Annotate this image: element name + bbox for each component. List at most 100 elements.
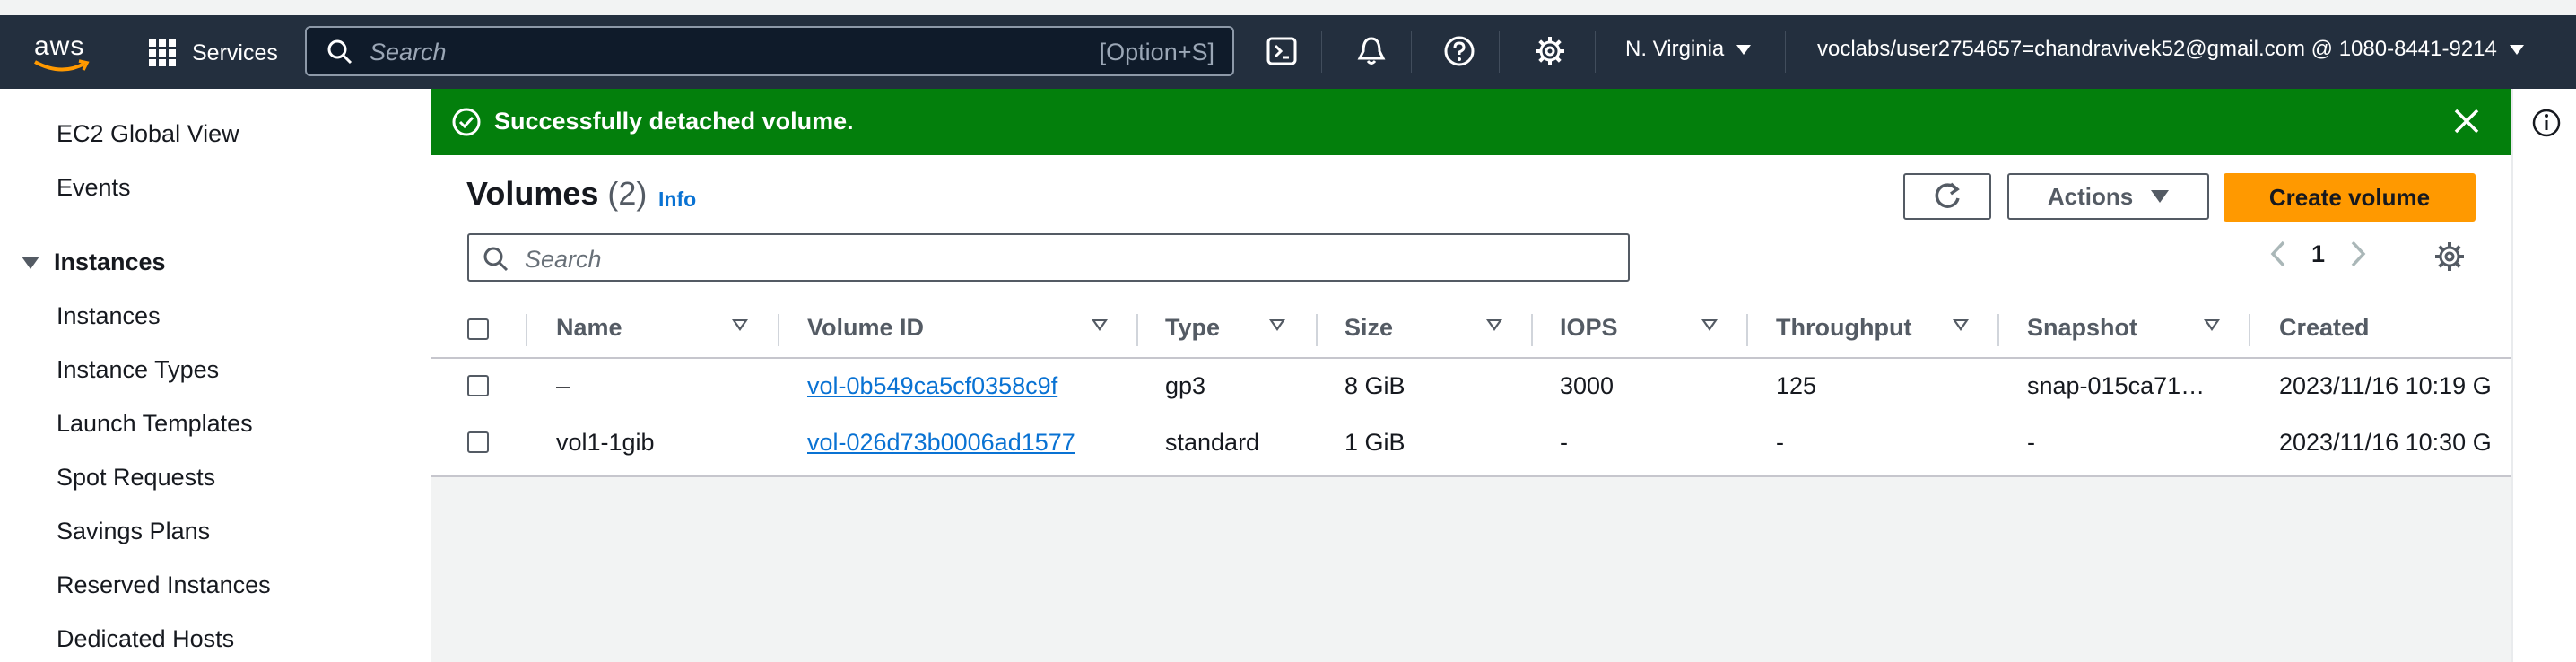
bell-icon[interactable] [1355,35,1388,67]
nav-divider [1499,31,1500,73]
help-icon[interactable] [1443,35,1475,67]
grid-icon [149,39,176,66]
row-checkbox[interactable] [467,431,489,453]
column-divider [2249,314,2250,346]
volume-count: (2) [607,175,648,212]
cell-size: 1 GiB [1345,429,1405,456]
pagination: 1 [2268,240,2368,268]
aws-logo-text: aws [34,31,85,61]
sort-icon[interactable] [1701,319,1718,331]
table-row[interactable]: vol1-1gib vol-026d73b0006ad1577 standard… [431,414,2511,470]
select-all-checkbox[interactable] [467,318,489,340]
sidebar-item-ec2-global-view[interactable]: EC2 Global View [57,120,239,148]
success-flash-banner: Successfully detached volume. [431,89,2511,155]
column-divider [1746,314,1748,346]
sidebar-item-spot-requests[interactable]: Spot Requests [57,464,215,492]
column-header-snapshot[interactable]: Snapshot [2027,314,2137,342]
column-header-iops[interactable]: IOPS [1560,314,1618,342]
caret-down-icon [22,256,39,269]
sidebar-item-instances[interactable]: Instances [57,302,161,330]
cell-created: 2023/11/16 10:19 G [2279,372,2492,399]
table-row[interactable]: – vol-0b549ca5cf0358c9f gp3 8 GiB 3000 1… [431,358,2511,414]
services-label: Services [192,39,278,65]
refresh-button[interactable] [1903,173,1991,220]
cloudshell-icon[interactable] [1266,35,1298,67]
sort-icon[interactable] [1486,319,1502,331]
column-divider [526,314,527,346]
column-header-name[interactable]: Name [556,314,622,342]
column-header-created[interactable]: Created [2279,314,2370,342]
column-divider [1997,314,1999,346]
services-menu-button[interactable]: Services [149,35,278,71]
chevron-left-icon[interactable] [2268,240,2288,268]
sidebar-item-events[interactable]: Events [57,174,131,202]
column-header-volume-id[interactable]: Volume ID [807,314,924,342]
info-link[interactable]: Info [658,187,696,212]
column-divider [778,314,779,346]
column-header-throughput[interactable]: Throughput [1776,314,1911,342]
account-label: voclabs/user2754657=chandravivek52@gmail… [1817,37,2497,61]
sort-icon[interactable] [732,319,748,331]
sidebar-item-savings-plans[interactable]: Savings Plans [57,518,210,545]
nav-divider [1321,31,1322,73]
nav-divider [1411,31,1412,73]
search-shortcut-hint: [Option+S] [1099,39,1214,65]
sidebar-section-label: Instances [54,248,166,275]
caret-down-icon [2151,190,2170,203]
refresh-icon [1935,182,1960,208]
sidebar-item-dedicated-hosts[interactable]: Dedicated Hosts [57,625,234,653]
create-volume-button[interactable]: Create volume [2224,173,2476,222]
cell-snapshot: snap-015ca71… [2027,372,2206,399]
aws-logo[interactable]: aws [32,31,95,76]
sidebar-item-launch-templates[interactable]: Launch Templates [57,410,253,438]
cell-type: gp3 [1165,372,1206,399]
chevron-down-icon [1736,44,1752,55]
column-divider [1531,314,1533,346]
table-settings-gear-icon[interactable] [2433,240,2466,273]
sidebar-item-instance-types[interactable]: Instance Types [57,356,219,384]
cell-throughput: 125 [1776,372,1817,399]
search-icon [327,39,352,65]
cell-size: 8 GiB [1345,372,1405,399]
sort-icon[interactable] [1953,319,1969,331]
cell-name: vol1-1gib [556,429,655,456]
cell-throughput: - [1776,429,1784,456]
volume-search-input[interactable]: Search [467,233,1630,282]
cell-volume-id-link[interactable]: vol-026d73b0006ad1577 [807,429,1075,457]
cell-name: – [556,372,570,399]
region-label: N. Virginia [1625,37,1725,61]
close-icon[interactable] [2452,107,2481,135]
region-selector[interactable]: N. Virginia [1625,37,1752,62]
nav-divider [1595,31,1596,73]
column-divider [1136,314,1138,346]
gear-icon[interactable] [1534,35,1566,67]
global-search-placeholder: Search [370,39,447,65]
actions-dropdown-button[interactable]: Actions [2007,173,2209,220]
volumes-table-panel: Volumes (2) Info Actions Create volume S… [431,155,2511,477]
info-panel-icon[interactable] [2531,108,2562,138]
account-menu[interactable]: voclabs/user2754657=chandravivek52@gmail… [1817,37,2524,62]
global-search-input[interactable]: Search [Option+S] [305,26,1234,76]
table-header: Name Volume ID Type Size IOPS Throughput… [431,301,2511,359]
sidebar-nav: EC2 Global View Events Instances Instanc… [0,89,431,662]
search-icon [483,247,509,272]
cell-snapshot: - [2027,429,2035,456]
sort-icon[interactable] [1269,319,1285,331]
sort-icon[interactable] [1092,319,1108,331]
title-text: Volumes [466,175,599,212]
check-circle-icon [452,108,481,136]
sort-icon[interactable] [2204,319,2220,331]
chevron-right-icon[interactable] [2348,240,2368,268]
column-header-size[interactable]: Size [1345,314,1393,342]
page-number[interactable]: 1 [2311,240,2325,268]
cell-type: standard [1165,429,1260,456]
sidebar-section-instances[interactable]: Instances [22,248,166,276]
page-title: Volumes (2) [466,175,647,213]
actions-label: Actions [2047,182,2134,210]
create-volume-label: Create volume [2268,183,2431,211]
sidebar-item-reserved-instances[interactable]: Reserved Instances [57,571,271,599]
row-checkbox[interactable] [467,375,489,396]
cell-volume-id-link[interactable]: vol-0b549ca5cf0358c9f [807,372,1057,400]
flash-message: Successfully detached volume. [494,108,854,135]
column-header-type[interactable]: Type [1165,314,1220,342]
